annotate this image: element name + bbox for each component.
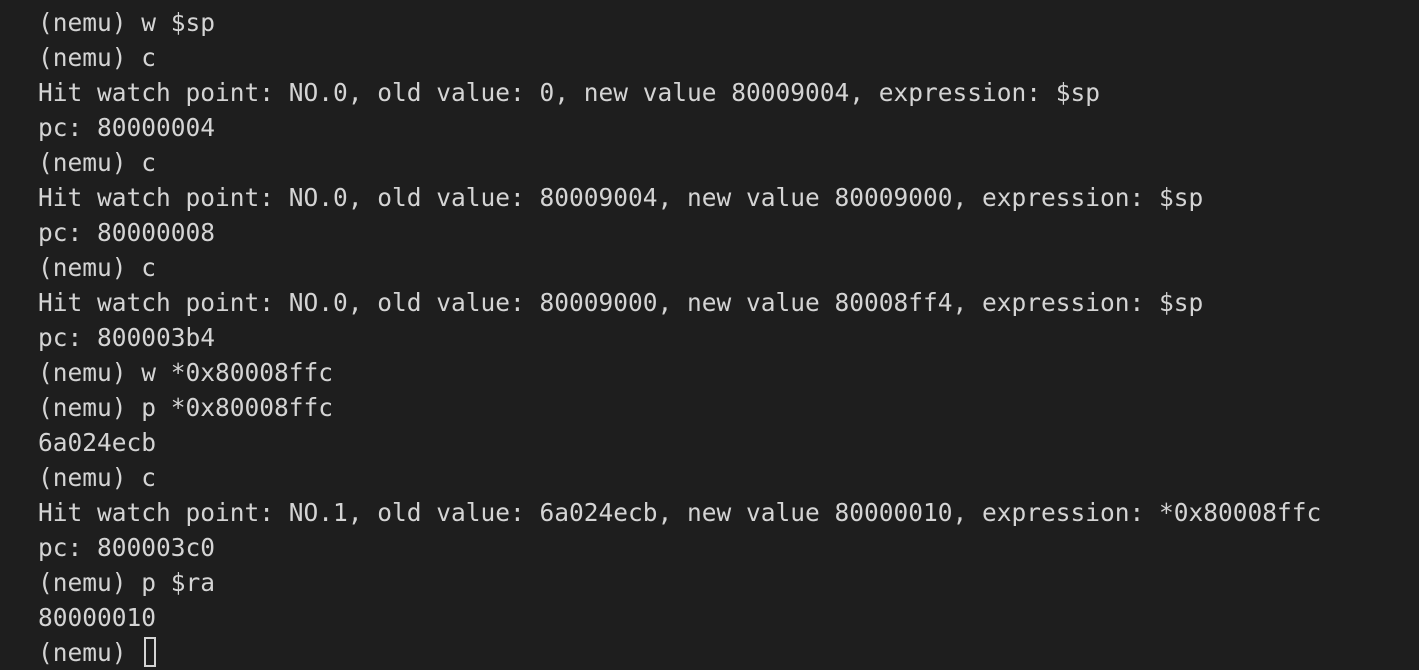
terminal-line: Hit watch point: NO.0, old value: 0, new…	[38, 78, 1101, 107]
terminal-input-line[interactable]: (nemu)	[38, 635, 1321, 670]
terminal-output: (nemu) w $sp (nemu) c Hit watch point: N…	[38, 5, 1321, 670]
terminal-line: Hit watch point: NO.1, old value: 6a024e…	[38, 498, 1322, 527]
terminal-line: Hit watch point: NO.0, old value: 800090…	[38, 288, 1204, 317]
terminal-line: (nemu) p $ra	[38, 568, 216, 597]
terminal-line: 80000010	[38, 603, 157, 632]
terminal-line: pc: 800003c0	[38, 533, 216, 562]
terminal-line: (nemu) w $sp	[38, 8, 216, 37]
terminal-prompt: (nemu)	[38, 638, 142, 667]
terminal-line: pc: 80000004	[38, 113, 216, 142]
terminal-line: (nemu) c	[38, 43, 157, 72]
terminal-line: (nemu) p *0x80008ffc	[38, 393, 334, 422]
terminal-window[interactable]: (nemu) w $sp (nemu) c Hit watch point: N…	[0, 0, 1419, 670]
terminal-line: Hit watch point: NO.0, old value: 800090…	[38, 183, 1204, 212]
terminal-line: (nemu) c	[38, 253, 157, 282]
terminal-line: pc: 800003b4	[38, 323, 216, 352]
terminal-line: 6a024ecb	[38, 428, 157, 457]
terminal-line: (nemu) c	[38, 148, 157, 177]
terminal-line: pc: 80000008	[38, 218, 216, 247]
terminal-line: (nemu) w *0x80008ffc	[38, 358, 334, 387]
terminal-line: (nemu) c	[38, 463, 157, 492]
text-cursor	[144, 637, 157, 667]
